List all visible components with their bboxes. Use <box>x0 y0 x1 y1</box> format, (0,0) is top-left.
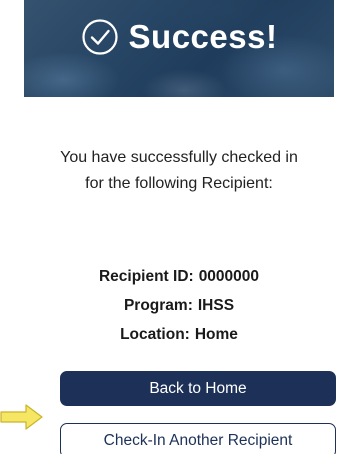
message-line-1: You have successfully checked in <box>60 149 298 166</box>
banner-content: Success! <box>24 18 334 56</box>
check-in-another-button[interactable]: Check-In Another Recipient <box>60 423 336 454</box>
message-line-2: for the following Recipient: <box>85 175 273 192</box>
success-banner: Success! <box>24 0 334 97</box>
location-value: Home <box>194 326 238 343</box>
back-to-home-button[interactable]: Back to Home <box>60 371 336 406</box>
check-circle-icon <box>81 18 119 56</box>
location-label: Location: <box>120 326 190 343</box>
pointer-arrow-icon <box>0 404 44 430</box>
location-row: Location: Home <box>0 320 358 349</box>
success-title: Success! <box>128 18 278 55</box>
program-value: IHSS <box>197 297 235 314</box>
program-row: Program: IHSS <box>0 291 358 320</box>
program-label: Program: <box>123 297 193 314</box>
success-screen: Success! You have successfully checked i… <box>0 0 358 454</box>
recipient-details: Recipient ID: 0000000 Program: IHSS Loca… <box>0 262 358 349</box>
success-message: You have successfully checked in for the… <box>0 145 358 197</box>
recipient-id-value: 0000000 <box>198 268 260 285</box>
recipient-id-label: Recipient ID: <box>98 268 194 285</box>
recipient-id-row: Recipient ID: 0000000 <box>0 262 358 291</box>
